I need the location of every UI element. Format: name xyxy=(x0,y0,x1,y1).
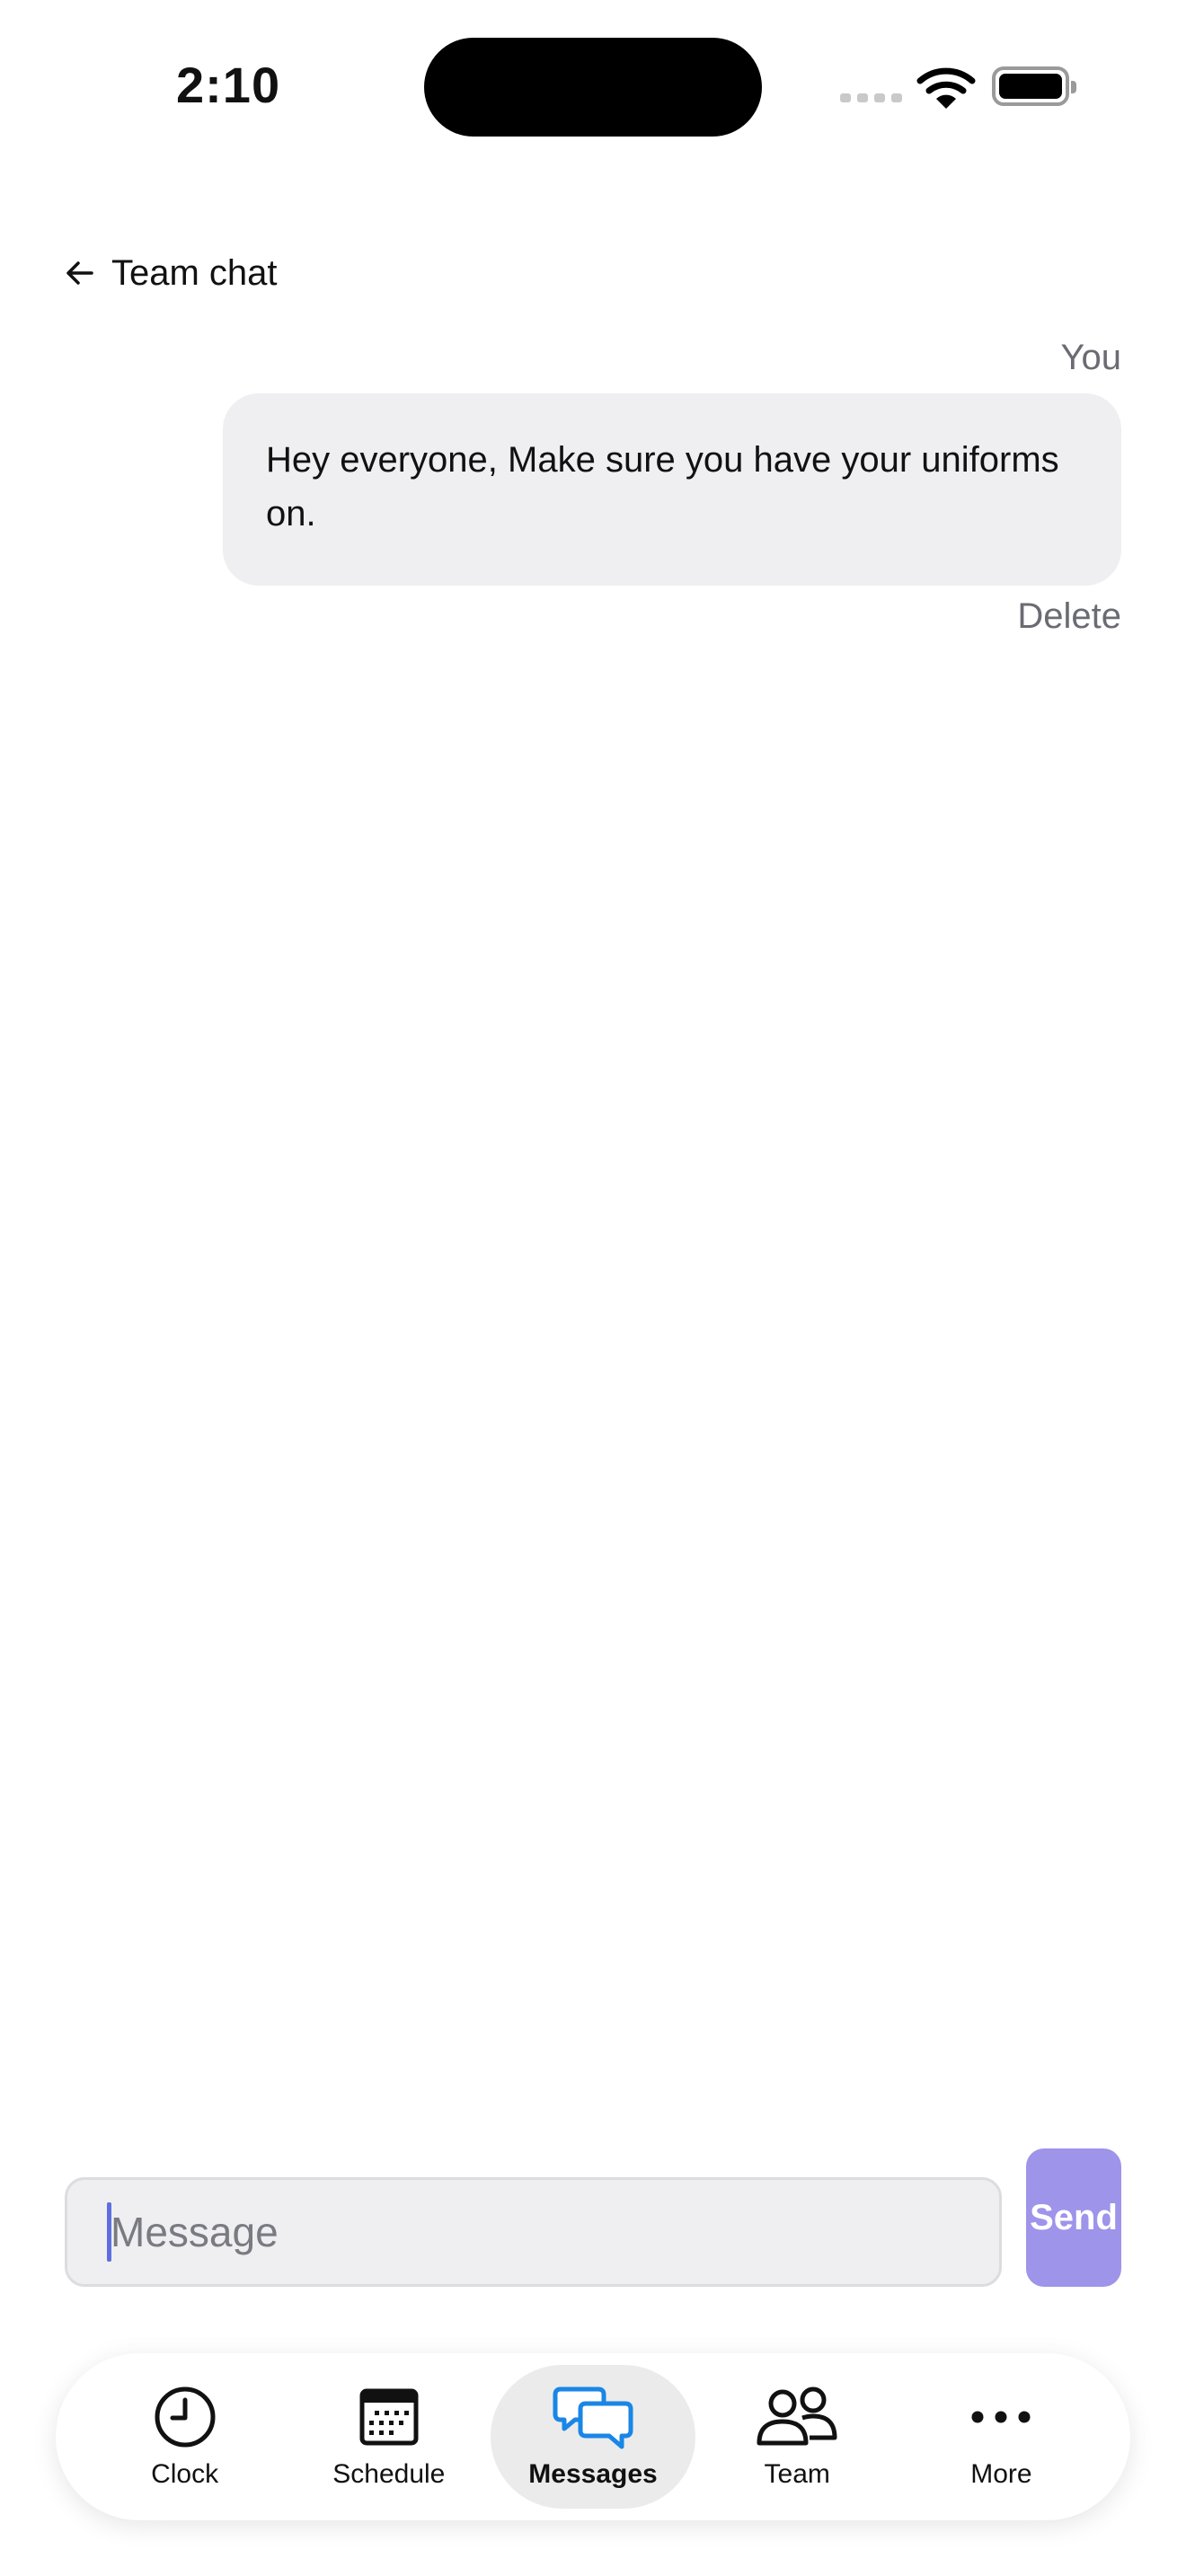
back-button[interactable]: Team chat xyxy=(63,248,278,298)
tab-schedule[interactable]: Schedule xyxy=(287,2365,491,2509)
message-sender: You xyxy=(1060,338,1122,377)
tab-label: Schedule xyxy=(332,2459,446,2489)
tab-more[interactable]: More xyxy=(899,2365,1103,2509)
text-cursor xyxy=(107,2202,111,2262)
tab-label: More xyxy=(970,2459,1032,2489)
bottom-tab-bar: Clock Schedule Messages Team More xyxy=(56,2353,1130,2520)
chat-bubbles-icon xyxy=(553,2386,633,2449)
calendar-icon xyxy=(359,2388,419,2446)
message-bubble: Hey everyone, Make sure you have your un… xyxy=(223,393,1121,586)
tab-label: Team xyxy=(764,2459,830,2489)
page-title: Team chat xyxy=(111,252,278,293)
arrow-left-icon xyxy=(66,261,93,285)
message-input[interactable] xyxy=(65,2177,1002,2287)
tab-clock[interactable]: Clock xyxy=(83,2365,287,2509)
more-dots-icon xyxy=(971,2411,1031,2423)
dynamic-island xyxy=(424,38,762,137)
people-icon xyxy=(757,2386,837,2446)
wifi-icon xyxy=(916,67,976,109)
tab-team[interactable]: Team xyxy=(695,2365,899,2509)
cellular-signal-icon xyxy=(840,93,902,102)
tab-label: Messages xyxy=(528,2459,658,2489)
clock-icon xyxy=(155,2386,216,2448)
chat-screen: 2:10 Team chat You Hey everyone, Make su… xyxy=(0,0,1186,2576)
tab-label: Clock xyxy=(151,2459,219,2489)
status-time: 2:10 xyxy=(176,57,281,113)
tab-messages[interactable]: Messages xyxy=(491,2365,695,2509)
delete-message-button[interactable]: Delete xyxy=(1017,596,1121,637)
send-button[interactable]: Send xyxy=(1026,2148,1121,2287)
battery-icon xyxy=(992,66,1076,106)
